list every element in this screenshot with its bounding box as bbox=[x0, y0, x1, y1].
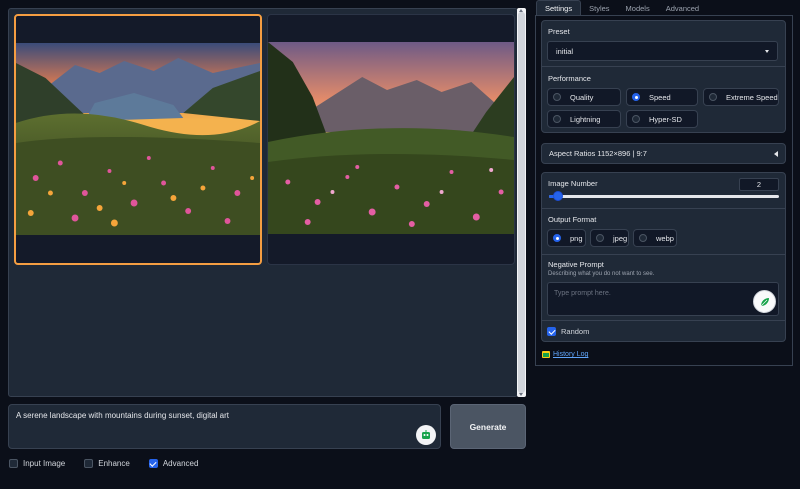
landscape-image-2 bbox=[268, 42, 514, 234]
option-label: Quality bbox=[570, 92, 594, 102]
radio-button[interactable] bbox=[553, 234, 561, 242]
negative-prompt-label: Negative Prompt bbox=[548, 260, 604, 269]
prompt-text: A serene landscape with mountains during… bbox=[16, 411, 230, 420]
leaf-icon[interactable] bbox=[753, 290, 776, 313]
radio-button[interactable] bbox=[553, 115, 561, 123]
input-image-checkbox[interactable]: Input Image bbox=[9, 459, 65, 468]
advanced-checkbox[interactable]: Advanced bbox=[148, 459, 199, 468]
checkbox-label: Enhance bbox=[98, 459, 130, 468]
tab-settings[interactable]: Settings bbox=[536, 0, 582, 16]
performance-option-lightning[interactable]: Lightning bbox=[547, 110, 621, 128]
tab-advanced[interactable]: Advanced bbox=[658, 0, 707, 16]
tab-styles[interactable]: Styles bbox=[581, 0, 617, 16]
performance-option-extreme-speed[interactable]: Extreme Speed bbox=[703, 88, 779, 106]
output-format-webp[interactable]: webp bbox=[633, 229, 677, 247]
performance-option-hyper-sd[interactable]: Hyper-SD bbox=[626, 110, 698, 128]
radio-button[interactable] bbox=[632, 93, 640, 101]
prompt-input[interactable]: A serene landscape with mountains during… bbox=[8, 404, 441, 449]
gallery-image-1[interactable] bbox=[14, 14, 262, 265]
random-label: Random bbox=[561, 327, 590, 336]
history-log-link[interactable]: History Log bbox=[542, 351, 588, 358]
divider bbox=[541, 66, 786, 67]
aspect-ratios-accordion[interactable]: Aspect Ratios 1152×896 | 9:7 bbox=[541, 143, 786, 164]
negative-prompt-input[interactable]: Type prompt here. bbox=[547, 282, 779, 316]
option-label: Lightning bbox=[570, 114, 601, 124]
radio-button[interactable] bbox=[709, 93, 717, 101]
image-number-slider[interactable] bbox=[549, 195, 779, 198]
option-label: webp bbox=[656, 233, 674, 243]
history-icon bbox=[542, 351, 550, 358]
output-format-jpeg[interactable]: jpeg bbox=[590, 229, 629, 247]
divider bbox=[541, 254, 786, 255]
random-checkbox[interactable]: Random bbox=[547, 327, 589, 336]
gallery-scrollbar[interactable] bbox=[517, 8, 526, 397]
history-log-label: History Log bbox=[553, 351, 589, 358]
checkbox-box[interactable] bbox=[547, 327, 556, 336]
preset-label: Preset bbox=[548, 27, 570, 36]
output-format-png[interactable]: png bbox=[547, 229, 586, 247]
enhance-checkbox[interactable]: Enhance bbox=[84, 459, 130, 468]
scrollbar-thumb[interactable] bbox=[518, 12, 525, 393]
scroll-down-icon[interactable] bbox=[519, 393, 523, 396]
checkbox-label: Advanced bbox=[162, 459, 199, 468]
checkbox-label: Input Image bbox=[23, 459, 66, 468]
option-label: Extreme Speed bbox=[726, 92, 778, 102]
image-number-label: Image Number bbox=[548, 179, 598, 188]
robot-icon[interactable] bbox=[416, 425, 436, 445]
landscape-image-1 bbox=[16, 43, 260, 235]
option-label: jpeg bbox=[613, 233, 628, 243]
checkbox-box[interactable] bbox=[84, 459, 94, 468]
generate-button[interactable]: Generate bbox=[450, 404, 526, 449]
negative-prompt-description: Describing what you do not want to see. bbox=[548, 271, 655, 277]
gallery-image-2[interactable] bbox=[267, 14, 515, 265]
negative-prompt-placeholder: Type prompt here. bbox=[554, 290, 611, 297]
slider-handle[interactable] bbox=[552, 191, 563, 201]
checkbox-box[interactable] bbox=[148, 459, 158, 468]
output-format-label: Output Format bbox=[548, 215, 597, 224]
image-gallery bbox=[8, 8, 518, 397]
aspect-ratios-label: Aspect Ratios 1152×896 | 9:7 bbox=[549, 149, 647, 158]
checkbox-box[interactable] bbox=[9, 459, 18, 468]
divider bbox=[541, 320, 786, 321]
image-number-input[interactable]: 2 bbox=[739, 178, 779, 191]
chevron-down-icon bbox=[765, 49, 769, 53]
radio-button[interactable] bbox=[596, 234, 604, 242]
tab-models[interactable]: Models bbox=[618, 0, 658, 16]
radio-button[interactable] bbox=[632, 115, 640, 123]
preset-value: initial bbox=[556, 46, 574, 56]
bottom-options: Input Image Enhance Advanced bbox=[9, 459, 217, 468]
performance-option-speed[interactable]: Speed bbox=[626, 88, 698, 106]
option-label: Speed bbox=[649, 92, 671, 102]
divider bbox=[541, 208, 786, 209]
settings-tabs: Settings Styles Models Advanced bbox=[536, 0, 800, 16]
radio-button[interactable] bbox=[639, 234, 647, 242]
option-label: Hyper-SD bbox=[649, 114, 682, 124]
performance-option-quality[interactable]: Quality bbox=[547, 88, 621, 106]
radio-button[interactable] bbox=[553, 93, 561, 101]
option-label: png bbox=[570, 233, 583, 243]
preset-dropdown[interactable]: initial bbox=[547, 41, 778, 61]
performance-label: Performance bbox=[548, 74, 591, 83]
collapse-arrow-icon bbox=[774, 150, 778, 157]
